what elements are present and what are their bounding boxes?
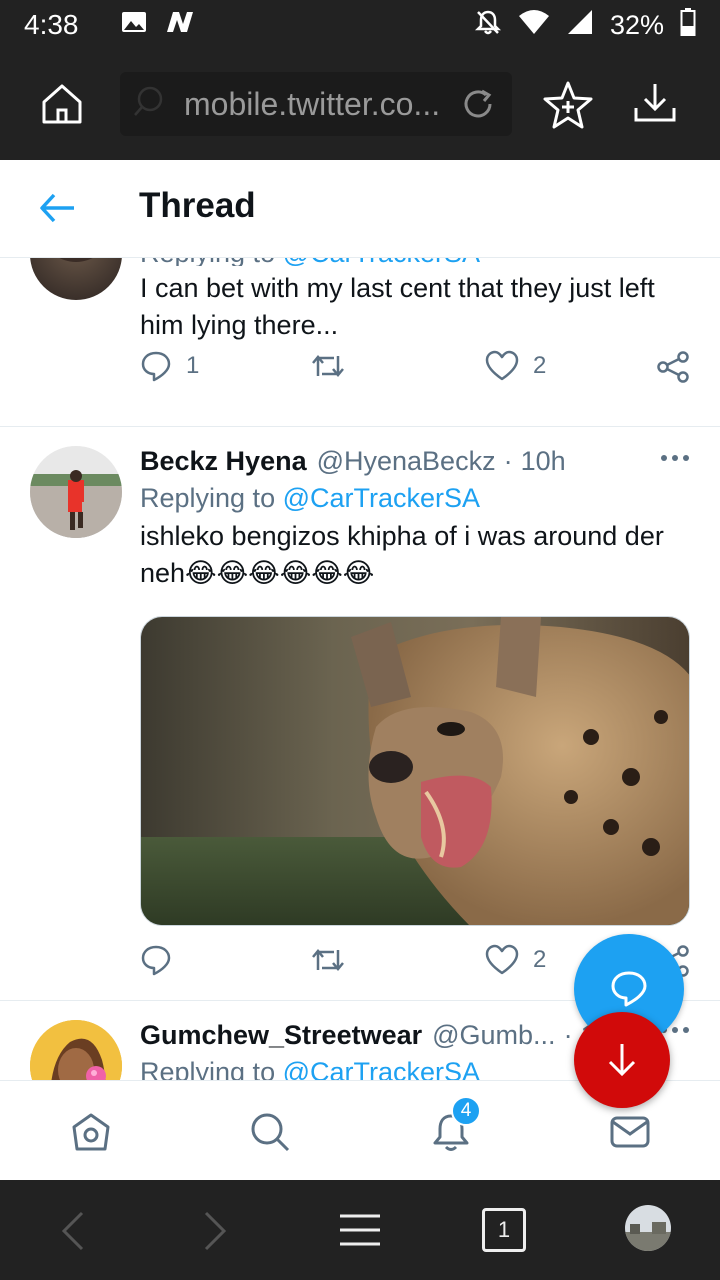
back-arrow-icon [40,193,74,223]
tweet-text: I can bet with my last cent that they ju… [140,273,655,340]
tab-home[interactable] [70,1111,112,1158]
separator-dot: · [563,1020,573,1050]
reply-button[interactable]: 1 [140,350,199,382]
mention-link[interactable]: @CarTrackerSA [283,258,480,266]
more-icon [661,455,689,461]
tab-messages[interactable] [609,1111,651,1158]
like-button[interactable]: 2 [485,350,546,382]
download-icon [634,84,676,122]
tweet-media-image[interactable] [140,616,690,926]
reply-button[interactable] [140,944,172,976]
tabs-count-button[interactable]: 1 [482,1208,526,1252]
browser-nav-bar [0,1180,720,1280]
tweet-header: Beckz Hyena @HyenaBeckz · 10h [140,446,690,477]
menu-button[interactable] [340,1213,380,1252]
reply-context: Replying to @CarTrackerSA [140,483,690,514]
address-bar[interactable]: mobile.twitter.co... [120,72,512,136]
retweet-icon [312,949,344,971]
avatar[interactable] [30,258,122,300]
retweet-icon [312,355,344,377]
reply-context: Replying to @CarTrackerSA [140,258,690,266]
chat-bubble-icon [611,971,647,1007]
reply-prefix: Replying to [140,1057,283,1080]
like-button[interactable]: 2 [485,944,546,976]
tab-search[interactable] [249,1111,291,1158]
user-handle[interactable]: @HyenaBeckz [317,446,496,477]
n-app-icon [165,9,195,41]
battery-icon [680,7,696,43]
reply-prefix: Replying to [140,483,283,513]
bookmark-button[interactable] [540,80,596,135]
reload-icon[interactable] [460,86,496,127]
mute-icon [474,8,502,43]
like-count: 2 [533,946,547,973]
display-name[interactable]: Beckz Hyena [140,446,307,477]
retweet-button[interactable] [310,350,346,382]
scroll-down-button[interactable] [574,1012,670,1108]
reply-count: 1 [186,352,200,379]
browser-home-button[interactable] [40,82,88,130]
home-icon [72,1113,110,1151]
reply-icon [141,945,171,976]
profile-avatar-button[interactable] [624,1204,672,1257]
tweet[interactable]: Replying to @CarTrackerSA I can bet with… [0,258,720,428]
signal-icon [566,8,594,43]
more-options-button[interactable] [660,450,690,468]
hyena-photo [141,617,689,925]
search-icon [132,85,166,124]
notification-badge: 4 [451,1096,481,1126]
avatar[interactable] [30,1020,122,1080]
tweet[interactable]: Beckz Hyena @HyenaBeckz · 10h Replying t… [0,428,720,1001]
clock: 4:38 [24,9,79,40]
search-icon [251,1113,290,1152]
chevron-left-icon [61,1211,84,1251]
heart-icon [485,350,519,381]
home-icon [42,84,82,124]
divider [0,426,720,427]
share-button[interactable] [656,350,690,384]
user-handle[interactable]: @Gumb... [432,1020,555,1051]
mention-link[interactable]: @CarTrackerSA [283,483,480,513]
retweet-button[interactable] [310,944,346,976]
heart-icon [485,944,519,975]
url-text: mobile.twitter.co... [184,85,441,122]
messages-icon [610,1116,650,1148]
like-count: 2 [533,352,547,379]
display-name[interactable]: Gumchew_Streetwear [140,1020,422,1051]
tweet-actions: 1 2 [140,350,690,390]
battery-level: 32% [609,9,664,40]
browser-toolbar: mobile.twitter.co... [0,50,720,160]
separator-dot: · [503,446,513,476]
wifi-icon [518,9,550,42]
share-icon [657,351,689,383]
image-icon [121,9,147,41]
page-title: Thread [139,186,256,225]
tweet-text: ishleko bengizos khipha of i was around … [140,521,664,588]
thread-header: Thread [0,160,720,258]
status-bar: 4:38 32% [0,0,720,50]
mention-link[interactable]: @CarTrackerSA [283,1057,480,1080]
back-button[interactable] [38,190,78,231]
avatar[interactable] [30,446,122,538]
nav-forward-button[interactable] [202,1210,228,1257]
profile-avatar-icon [625,1205,671,1251]
tweet-time[interactable]: 10h [521,446,566,477]
star-plus-icon [543,81,593,129]
download-button[interactable] [632,80,678,131]
arrow-down-icon [608,1044,636,1077]
reply-prefix: Replying to [140,258,283,266]
hamburger-menu-icon [340,1214,380,1246]
nav-back-button[interactable] [60,1210,86,1257]
chevron-right-icon [204,1211,227,1251]
reply-icon [141,351,171,382]
